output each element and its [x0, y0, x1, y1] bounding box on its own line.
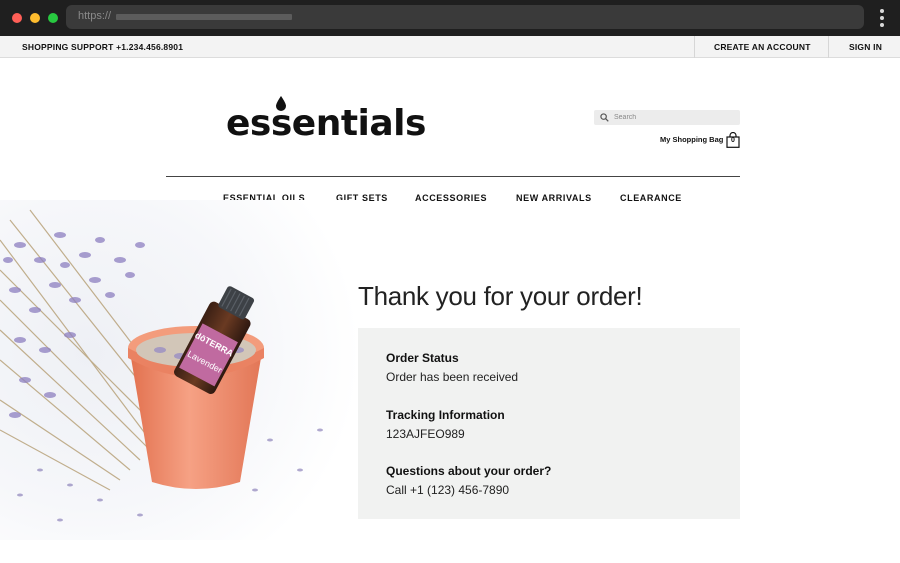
divider — [828, 36, 829, 58]
url-protocol: https:// — [78, 10, 112, 22]
header-divider — [166, 176, 740, 177]
sign-in-link[interactable]: SIGN IN — [849, 42, 882, 52]
site-logo[interactable]: essentials — [226, 96, 426, 148]
shopping-bag[interactable]: My Shopping Bag 0 — [660, 132, 742, 148]
search-box[interactable] — [594, 110, 740, 125]
url-redacted — [116, 14, 292, 20]
tracking-section: Tracking Information 123AJFEO989 — [386, 408, 505, 441]
minimize-window-button[interactable] — [30, 13, 40, 23]
search-icon — [600, 113, 609, 122]
bag-count-badge: 0 — [731, 137, 735, 144]
utility-bar: SHOPPING SUPPORT +1.234.456.8901 CREATE … — [0, 36, 900, 58]
page-title: Thank you for your order! — [358, 281, 643, 311]
logo-text: essentials — [226, 103, 426, 144]
shopping-support: SHOPPING SUPPORT +1.234.456.8901 — [22, 42, 183, 52]
address-bar[interactable]: https:// — [66, 5, 864, 29]
support-label: SHOPPING SUPPORT — [22, 42, 114, 52]
section-heading: Tracking Information — [386, 408, 505, 422]
section-heading: Questions about your order? — [386, 464, 552, 478]
create-account-link[interactable]: CREATE AN ACCOUNT — [714, 42, 811, 52]
maximize-window-button[interactable] — [48, 13, 58, 23]
contact-phone[interactable]: Call +1 (123) 456-7890 — [386, 483, 551, 497]
tracking-number: 123AJFEO989 — [386, 427, 465, 441]
search-input[interactable] — [614, 111, 734, 124]
section-heading: Order Status — [386, 351, 459, 365]
questions-section: Questions about your order? Call +1 (123… — [386, 464, 551, 497]
shopping-bag-label: My Shopping Bag — [660, 135, 724, 144]
nav-clearance[interactable]: CLEARANCE — [620, 193, 682, 203]
divider — [694, 36, 695, 58]
close-window-button[interactable] — [12, 13, 22, 23]
nav-accessories[interactable]: ACCESSORIES — [415, 193, 487, 203]
support-phone[interactable]: +1.234.456.8901 — [116, 42, 183, 52]
nav-new-arrivals[interactable]: NEW ARRIVALS — [516, 193, 592, 203]
order-status-section: Order Status Order has been received — [386, 351, 518, 384]
hero-lavender-image: dōTERRA Lavender — [0, 200, 360, 540]
browser-menu-icon[interactable] — [880, 9, 884, 27]
browser-chrome: https:// — [0, 0, 900, 36]
order-summary-panel: Order Status Order has been received Tra… — [358, 328, 740, 519]
order-status-value: Order has been received — [386, 370, 519, 384]
